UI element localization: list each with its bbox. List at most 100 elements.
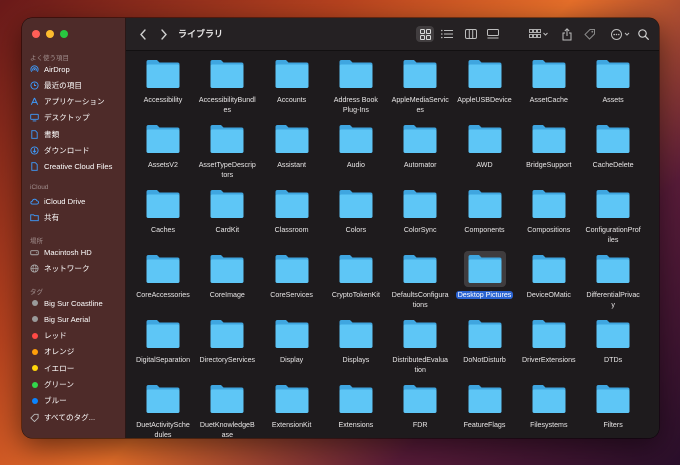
- folder-item[interactable]: DoNotDisturb: [452, 316, 518, 378]
- folder-item[interactable]: FeatureFlags: [452, 381, 518, 438]
- tags-section-label: タグ: [30, 289, 43, 296]
- folder-item[interactable]: FDR: [387, 381, 453, 438]
- folder-item[interactable]: AppleUSBDevice: [452, 56, 518, 118]
- sidebar-item-tag-6[interactable]: ブルー: [30, 394, 122, 408]
- folder-label-line: AssetTypeDescrip: [198, 161, 256, 169]
- folder-item[interactable]: Address Book Plug-Ins: [323, 56, 389, 118]
- zoom-button[interactable]: [60, 30, 68, 38]
- folder-item[interactable]: CoreImage: [194, 251, 260, 313]
- sidebar-item-fav-4[interactable]: 書類: [30, 127, 122, 141]
- share-button[interactable]: [560, 26, 574, 42]
- folder-icon: [274, 384, 310, 414]
- folder-item[interactable]: Accessibility: [130, 56, 196, 118]
- sidebar-item-tag-4[interactable]: イエロー: [30, 361, 122, 375]
- folder-item[interactable]: AppleMediaServic es: [387, 56, 453, 118]
- folder-item[interactable]: DeviceOMatic: [516, 251, 582, 313]
- sidebar-item-fav-1[interactable]: 最近の項目: [30, 78, 122, 92]
- folder-label: Filesystems: [516, 421, 582, 431]
- folder-item[interactable]: AssetsV2: [130, 121, 196, 183]
- folder-item[interactable]: Displays: [323, 316, 389, 378]
- sidebar: よく使う項目 AirDrop 最近の項目 アプリケーション デスクトップ 書類 ダウンロード…: [22, 18, 126, 438]
- folder-item[interactable]: Colors: [323, 186, 389, 248]
- folder-label-line: DeviceOMatic: [526, 291, 571, 299]
- sidebar-item-tag-7[interactable]: すべてのタグ...: [30, 410, 122, 424]
- sidebar-item-fav-6[interactable]: Creative Cloud Files: [30, 160, 122, 174]
- folder-item[interactable]: Automator: [387, 121, 453, 183]
- folder-icon: [338, 384, 374, 414]
- folder-item[interactable]: DuetKnowledgeB ase: [194, 381, 260, 438]
- sidebar-item-tag-3[interactable]: オレンジ: [30, 345, 122, 359]
- sidebar-item-fav-2[interactable]: アプリケーション: [30, 95, 122, 109]
- tag-button[interactable]: [583, 26, 597, 42]
- list-view-button[interactable]: [439, 26, 455, 42]
- folder-label-line: ExtensionKit: [271, 421, 312, 429]
- folder-label-line: Desktop Pictures: [455, 291, 514, 299]
- sidebar-item-icloud-1[interactable]: 共有: [30, 210, 122, 224]
- gallery-view-button[interactable]: [485, 26, 501, 42]
- folder-item[interactable]: DTDs: [580, 316, 646, 378]
- sidebar-item-tag-2[interactable]: レッド: [30, 329, 122, 343]
- folder-label-line: Audio: [346, 161, 365, 169]
- folder-item[interactable]: Filesystems: [516, 381, 582, 438]
- folder-item[interactable]: ExtensionKit: [259, 381, 325, 438]
- folder-item[interactable]: AWD: [452, 121, 518, 183]
- folder-item[interactable]: AccessibilityBundl es: [194, 56, 260, 118]
- sidebar-item-fav-3[interactable]: デスクトップ: [30, 111, 122, 125]
- folder-label-line: Classroom: [274, 226, 309, 234]
- grid-group-icon: [529, 29, 548, 38]
- sidebar-item-tag-5[interactable]: グリーン: [30, 378, 122, 392]
- folder-item[interactable]: DistributedEvalua tion: [387, 316, 453, 378]
- search-button[interactable]: [636, 26, 650, 42]
- folder-item[interactable]: CryptoTokenKit: [323, 251, 389, 313]
- sidebar-item-tag-0[interactable]: Big Sur Coastline: [30, 296, 122, 310]
- folder-item[interactable]: DefaultsConfigura tions: [387, 251, 453, 313]
- back-button[interactable]: [136, 26, 150, 42]
- folder-item[interactable]: Assistant: [259, 121, 325, 183]
- more-actions-button[interactable]: [610, 26, 632, 42]
- folder-item[interactable]: DriverExtensions: [516, 316, 582, 378]
- folder-item[interactable]: Audio: [323, 121, 389, 183]
- folder-item[interactable]: Assets: [580, 56, 646, 118]
- folder-item[interactable]: Components: [452, 186, 518, 248]
- close-button[interactable]: [32, 30, 40, 38]
- sidebar-item-location-0[interactable]: Macintosh HD: [30, 245, 122, 259]
- folder-item[interactable]: BridgeSupport: [516, 121, 582, 183]
- folder-item[interactable]: AssetCache: [516, 56, 582, 118]
- folder-label: Filters: [580, 421, 646, 431]
- folder-item[interactable]: CardKit: [194, 186, 260, 248]
- folder-label: Audio: [323, 161, 389, 171]
- folder-item[interactable]: Caches: [130, 186, 196, 248]
- folder-icon: [274, 124, 310, 154]
- folder-item[interactable]: DifferentialPrivac y: [580, 251, 646, 313]
- sidebar-item-label: 共有: [44, 212, 60, 222]
- sidebar-item-icloud-0[interactable]: iCloud Drive: [30, 194, 122, 208]
- folder-item[interactable]: Accounts: [259, 56, 325, 118]
- folder-item[interactable]: ConfigurationProf iles: [580, 186, 646, 248]
- folder-item[interactable]: DigitalSeparation: [130, 316, 196, 378]
- column-view-button[interactable]: [463, 26, 479, 42]
- folder-item[interactable]: CacheDelete: [580, 121, 646, 183]
- folder-item[interactable]: Filters: [580, 381, 646, 438]
- minimize-button[interactable]: [46, 30, 54, 38]
- folder-item[interactable]: DirectoryServices: [194, 316, 260, 378]
- folder-item[interactable]: Display: [259, 316, 325, 378]
- folder-item[interactable]: Classroom: [259, 186, 325, 248]
- forward-button[interactable]: [157, 26, 171, 42]
- sidebar-item-tag-1[interactable]: Big Sur Aerial: [30, 312, 122, 326]
- folder-label-line: Accessibility: [143, 96, 183, 104]
- folder-label: AccessibilityBundl es: [194, 96, 260, 115]
- sidebar-item-location-1[interactable]: ネットワーク: [30, 261, 122, 275]
- folder-item[interactable]: ColorSync: [387, 186, 453, 248]
- folder-item[interactable]: CoreAccessories: [130, 251, 196, 313]
- folder-item[interactable]: Desktop Pictures: [452, 251, 518, 313]
- group-button[interactable]: [528, 26, 550, 42]
- sidebar-item-fav-0[interactable]: AirDrop: [30, 62, 122, 76]
- sidebar-item-fav-5[interactable]: ダウンロード: [30, 144, 122, 158]
- folder-item[interactable]: Compositions: [516, 186, 582, 248]
- folder-item[interactable]: Extensions: [323, 381, 389, 438]
- folder-item[interactable]: DuetActivitySche dules: [130, 381, 196, 438]
- folder-item[interactable]: AssetTypeDescrip tors: [194, 121, 260, 183]
- folder-label-line: CoreServices: [270, 291, 313, 299]
- folder-item[interactable]: CoreServices: [259, 251, 325, 313]
- icon-view-button[interactable]: [416, 26, 434, 42]
